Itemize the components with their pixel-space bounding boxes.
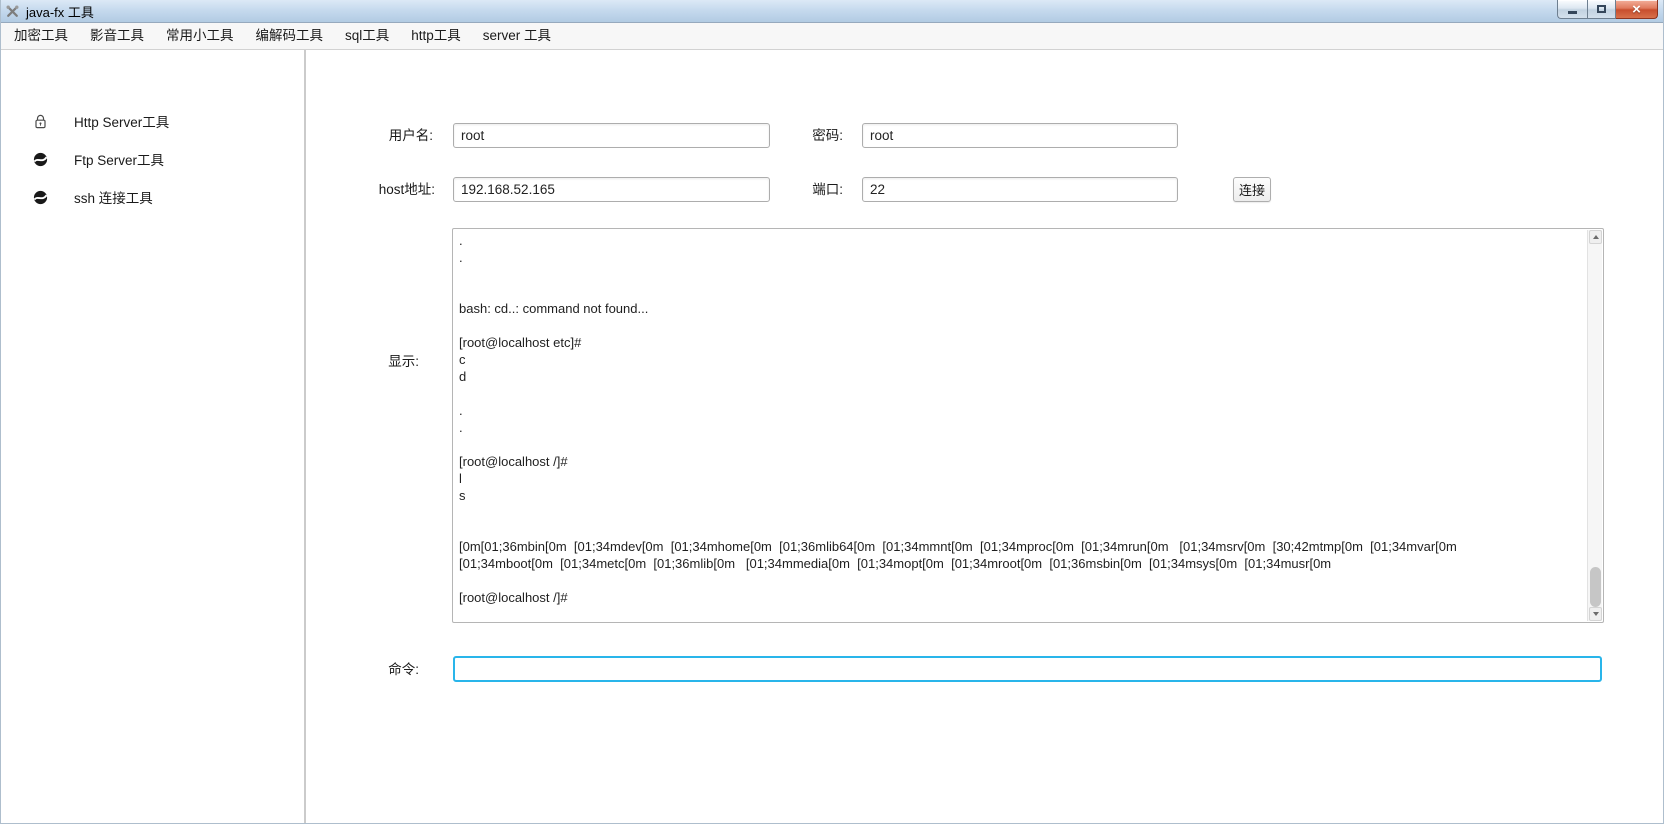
port-label: 端口:	[743, 177, 843, 202]
username-label: 用户名:	[313, 123, 433, 148]
sphere-icon	[33, 190, 48, 205]
scroll-down-button[interactable]	[1589, 607, 1602, 621]
menu-item-server-tools[interactable]: server 工具	[472, 23, 562, 49]
sphere-icon	[33, 152, 48, 167]
menu-item-codec-tools[interactable]: 编解码工具	[245, 23, 335, 49]
close-icon: ×	[1632, 1, 1641, 18]
close-button[interactable]: ×	[1616, 0, 1658, 19]
app-icon	[5, 4, 20, 19]
triangle-down-icon	[1593, 612, 1599, 616]
connect-button[interactable]: 连接	[1233, 177, 1271, 202]
maximize-icon	[1597, 5, 1606, 13]
minimize-icon	[1568, 11, 1577, 14]
sidebar-item-label: ssh 连接工具	[74, 187, 153, 207]
sidebar-item-label: Http Server工具	[74, 111, 169, 131]
sidebar-item-http-server[interactable]: Http Server工具	[0, 106, 304, 136]
sidebar-item-label: Ftp Server工具	[74, 149, 164, 169]
maximize-button[interactable]	[1587, 0, 1616, 19]
display-label: 显示:	[313, 353, 419, 370]
host-label: host地址:	[313, 177, 435, 202]
sidebar-item-ssh[interactable]: ssh 连接工具	[0, 182, 304, 212]
menu-item-common-tools[interactable]: 常用小工具	[155, 23, 245, 49]
password-input[interactable]	[862, 123, 1178, 148]
minimize-button[interactable]	[1557, 0, 1587, 19]
scroll-up-button[interactable]	[1589, 230, 1602, 244]
titlebar[interactable]: java-fx 工具 ×	[0, 0, 1664, 23]
window-controls: ×	[1557, 0, 1658, 19]
host-input[interactable]	[453, 177, 770, 202]
sidebar-item-ftp-server[interactable]: Ftp Server工具	[0, 144, 304, 174]
password-label: 密码:	[743, 123, 843, 148]
menu-item-sql-tools[interactable]: sql工具	[334, 23, 400, 49]
terminal-output: . . bash: cd..: command not found... [ro…	[453, 229, 1586, 622]
display-textarea[interactable]: . . bash: cd..: command not found... [ro…	[452, 228, 1604, 623]
menu-item-media-tools[interactable]: 影音工具	[79, 23, 155, 49]
scrollbar-thumb[interactable]	[1590, 567, 1601, 607]
menu-item-http-tools[interactable]: http工具	[400, 23, 472, 49]
username-input[interactable]	[453, 123, 770, 148]
window-title: java-fx 工具	[26, 2, 94, 21]
command-input[interactable]	[453, 656, 1602, 682]
vertical-scrollbar[interactable]	[1587, 230, 1602, 621]
menu-bar: 加密工具 影音工具 常用小工具 编解码工具 sql工具 http工具 serve…	[0, 23, 1664, 50]
command-label: 命令:	[313, 661, 419, 678]
sidebar: Http Server工具 Ftp Server工具 ssh 连接工具	[0, 50, 306, 824]
padlock-icon	[33, 114, 48, 129]
menu-item-encryption-tools[interactable]: 加密工具	[3, 23, 79, 49]
triangle-up-icon	[1593, 235, 1599, 239]
port-input[interactable]	[862, 177, 1178, 202]
